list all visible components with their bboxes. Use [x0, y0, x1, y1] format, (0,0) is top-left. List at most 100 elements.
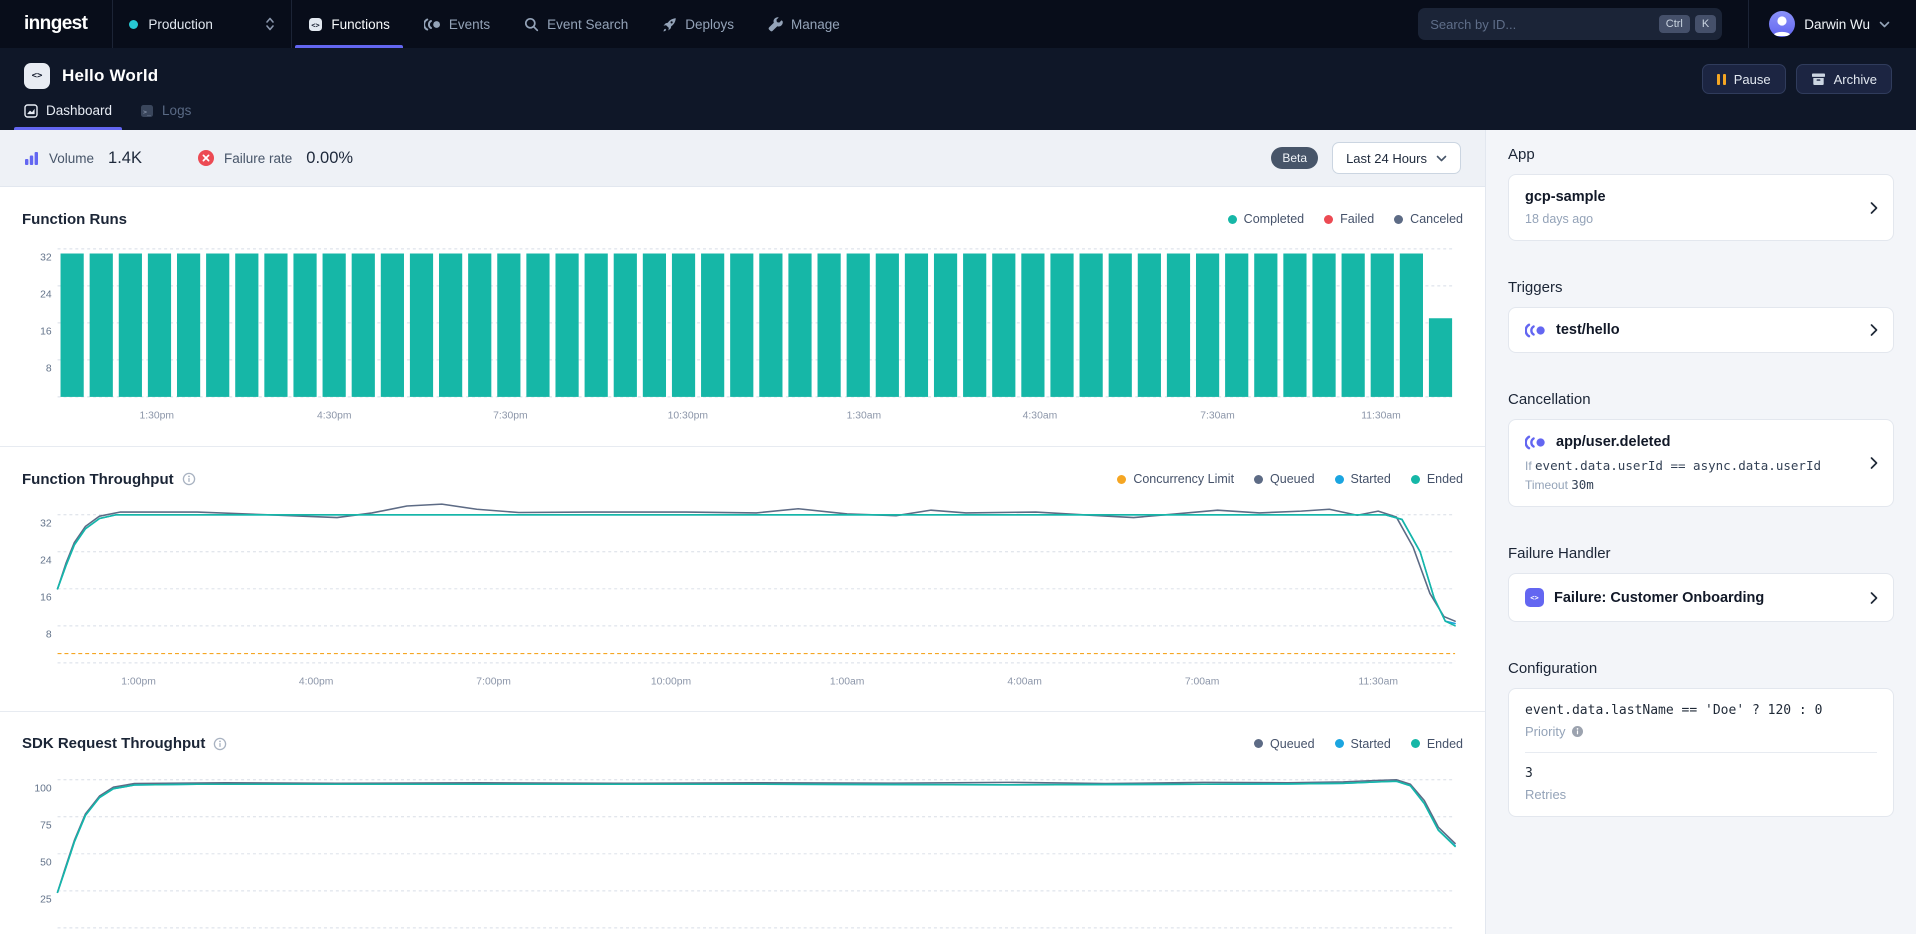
failure-handler-card[interactable]: <> Failure: Customer Onboarding	[1508, 573, 1894, 622]
nav-item-events[interactable]: Events	[424, 0, 490, 48]
legend-item-queued: Queued	[1254, 472, 1314, 486]
bar-chart-icon	[24, 151, 39, 165]
chevron-right-icon	[1870, 457, 1878, 470]
app-root: inngest Production <> Functions Events E…	[0, 0, 1916, 934]
svg-text:1:30pm: 1:30pm	[139, 411, 174, 422]
top-nav: inngest Production <> Functions Events E…	[0, 0, 1916, 48]
failure-x-icon	[198, 150, 214, 166]
legend-label: Started	[1351, 737, 1391, 751]
chevron-right-icon	[1870, 201, 1878, 214]
app-card[interactable]: gcp-sample 18 days ago	[1508, 174, 1894, 241]
divider	[1525, 752, 1877, 753]
svg-text:1:30am: 1:30am	[847, 411, 882, 422]
function-title-row: <> Hello World	[24, 61, 1892, 91]
shortcut-key-ctrl: Ctrl	[1659, 15, 1690, 33]
section-heading-configuration: Configuration	[1508, 660, 1894, 677]
volume-stat: Volume 1.4K	[24, 149, 142, 168]
svg-text:10:30pm: 10:30pm	[668, 411, 708, 422]
legend-item-queued: Queued	[1254, 737, 1314, 751]
priority-label-row: Priority	[1525, 724, 1877, 739]
tab-logs[interactable]: >_ Logs	[140, 103, 191, 130]
timeout-label: Timeout	[1525, 478, 1568, 492]
app-name: gcp-sample	[1525, 189, 1855, 205]
svg-text:1:00am: 1:00am	[830, 677, 865, 688]
svg-text:7:30am: 7:30am	[1200, 411, 1235, 422]
legend-label: Queued	[1270, 472, 1314, 486]
section-heading-triggers: Triggers	[1508, 279, 1894, 296]
nav-item-deploys[interactable]: Deploys	[662, 0, 734, 48]
section-heading-cancellation: Cancellation	[1508, 391, 1894, 408]
search-input[interactable]	[1430, 17, 1654, 32]
info-icon[interactable]	[213, 737, 227, 751]
info-icon[interactable]	[1571, 725, 1584, 738]
user-menu[interactable]: Darwin Wu	[1749, 11, 1916, 37]
rocket-icon	[662, 17, 677, 32]
cancellation-condition: If event.data.userId == async.data.userI…	[1525, 458, 1855, 473]
chevron-right-icon	[1870, 324, 1878, 337]
volume-label: Volume	[49, 151, 94, 166]
legend-label: Ended	[1427, 737, 1463, 751]
function-runs-header: Function Runs Completed Failed Canceled	[22, 207, 1463, 231]
svg-text:32: 32	[40, 519, 52, 530]
inngest-logo[interactable]: inngest	[0, 13, 112, 35]
svg-text:<>: <>	[312, 21, 320, 29]
svg-text:7:30pm: 7:30pm	[493, 411, 528, 422]
wrench-icon	[768, 17, 783, 32]
svg-text:16: 16	[40, 327, 52, 338]
svg-text:24: 24	[40, 556, 52, 567]
tab-dashboard[interactable]: Dashboard	[24, 103, 112, 130]
page-title: Hello World	[62, 66, 158, 86]
function-throughput-chart: 81624321:00pm4:00pm7:00pm10:00pm1:00am4:…	[22, 499, 1463, 696]
sdk-throughput-header: SDK Request Throughput Queued Started En…	[22, 732, 1463, 756]
priority-expression: event.data.lastName == 'Doe' ? 120 : 0	[1525, 703, 1877, 718]
function-runs-chart: 81624321:30pm4:30pm7:30pm10:30pm1:30am4:…	[22, 239, 1463, 432]
trigger-event-name: test/hello	[1556, 322, 1620, 338]
retries-value: 3	[1525, 766, 1877, 781]
svg-text:75: 75	[40, 820, 52, 831]
nav-item-functions[interactable]: <> Functions	[308, 0, 390, 48]
cancellation-card[interactable]: app/user.deleted If event.data.userId ==…	[1508, 419, 1894, 507]
configuration-group: Configuration event.data.lastName == 'Do…	[1508, 660, 1894, 817]
svg-text:1:00pm: 1:00pm	[121, 677, 156, 688]
svg-text:11:30am: 11:30am	[1361, 411, 1401, 422]
nav-item-manage[interactable]: Manage	[768, 0, 840, 48]
legend-dot	[1117, 475, 1126, 484]
legend-item-failed: Failed	[1324, 212, 1374, 226]
failure-handler-name: Failure: Customer Onboarding	[1554, 590, 1764, 606]
info-icon[interactable]	[182, 472, 196, 486]
cancellation-event-name: app/user.deleted	[1556, 434, 1670, 450]
svg-text:8: 8	[46, 364, 52, 375]
function-header: <> Hello World Dashboard >_ Logs Pause A…	[0, 48, 1916, 130]
failure-rate-stat: Failure rate 0.00%	[198, 149, 353, 168]
pause-button[interactable]: Pause	[1702, 64, 1785, 94]
legend-item-ended: Ended	[1411, 737, 1463, 751]
environment-switcher[interactable]: Production	[113, 17, 291, 32]
nav-item-label: Deploys	[685, 17, 734, 32]
tab-label: Logs	[162, 103, 191, 118]
legend-item-concurrency-limit: Concurrency Limit	[1117, 472, 1234, 486]
archive-button[interactable]: Archive	[1796, 64, 1892, 94]
unfold-icon	[265, 17, 275, 31]
svg-text:7:00pm: 7:00pm	[476, 677, 511, 688]
triggers-group: Triggers test/hello	[1508, 279, 1894, 353]
legend-label: Failed	[1340, 212, 1374, 226]
header-actions: Pause Archive	[1702, 64, 1892, 94]
legend-dot	[1324, 215, 1333, 224]
chevron-down-icon	[1879, 21, 1890, 28]
svg-text:4:00pm: 4:00pm	[299, 677, 334, 688]
time-range-select[interactable]: Last 24 Hours	[1332, 142, 1461, 174]
nav-item-label: Manage	[791, 17, 840, 32]
app-group: App gcp-sample 18 days ago	[1508, 146, 1894, 241]
section-heading-app: App	[1508, 146, 1894, 163]
function-throughput-header: Function Throughput Concurrency Limit Qu…	[22, 467, 1463, 491]
svg-text:4:00am: 4:00am	[1007, 677, 1042, 688]
sdk-throughput-section: SDK Request Throughput Queued Started En…	[0, 711, 1485, 942]
trigger-card[interactable]: test/hello	[1508, 307, 1894, 353]
global-search[interactable]: Ctrl K	[1418, 8, 1722, 40]
legend-label: Ended	[1427, 472, 1463, 486]
legend-dot	[1228, 215, 1237, 224]
volume-value: 1.4K	[108, 149, 142, 168]
nav-item-event-search[interactable]: Event Search	[524, 0, 628, 48]
legend-label: Completed	[1244, 212, 1304, 226]
search-icon	[524, 17, 539, 32]
